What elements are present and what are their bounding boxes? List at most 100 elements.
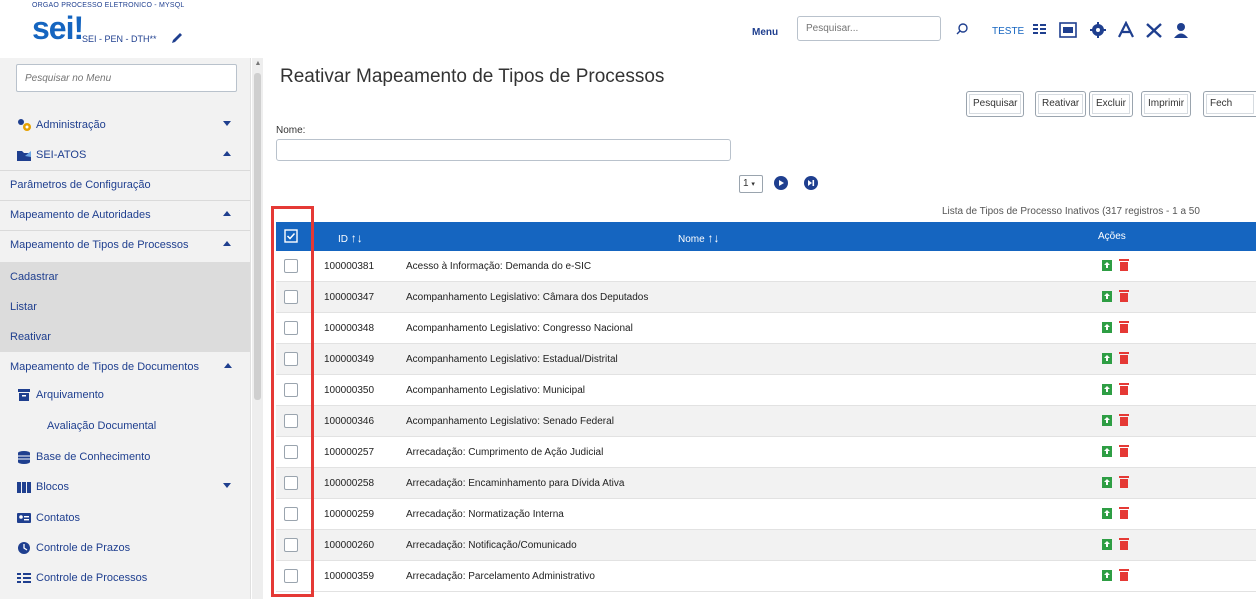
gears-icon [18,119,31,131]
column-header-id[interactable]: ID ↑↓ [338,231,363,245]
trash-icon[interactable] [1119,383,1129,395]
trash-icon[interactable] [1119,352,1129,364]
table-header: ID ↑↓ Nome ↑↓ Ações [276,222,1256,251]
trash-icon[interactable] [1119,259,1129,271]
reactivate-icon[interactable] [1102,414,1112,426]
sidebar-item-avaliacao-documental[interactable]: Avaliação Documental [0,411,250,441]
sidebar-item-sei-atos[interactable]: SEI-ATOS [0,140,250,170]
trash-icon[interactable] [1119,445,1129,457]
chevron-up-icon [224,363,232,368]
reactivate-icon[interactable] [1102,569,1112,581]
table-row: 100000260 Arrecadação: Notificação/Comuni… [276,530,1256,561]
menu-search-input[interactable] [16,64,237,92]
user-name[interactable]: TESTE [992,26,1024,37]
sidebar-item-base-conhecimento[interactable]: Base de Conhecimento [0,442,250,472]
sidebar-scrollbar-thumb[interactable] [254,73,261,400]
table-row: 100000349 Acompanhamento Legislativo: Est… [276,344,1256,375]
pesquisar-button[interactable]: Pesquisar [966,91,1025,117]
reactivate-icon[interactable] [1102,445,1112,457]
sidebar-item-contatos[interactable]: Contatos [0,503,250,533]
system-subtitle: SEI - PEN - DTH** [82,34,157,44]
sidebar-item-administracao[interactable]: Administração [0,110,250,140]
chevron-up-icon [223,241,231,246]
sidebar-item-cadastrar[interactable]: Cadastrar [0,262,250,292]
sidebar-item-mapeamento-tipos-processos[interactable]: Mapeamento de Tipos de Processos [0,230,250,260]
trash-icon[interactable] [1119,476,1129,488]
search-icon[interactable] [955,22,969,36]
row-id: 100000259 [324,509,375,520]
nome-field[interactable] [276,139,731,161]
reactivate-icon[interactable] [1102,538,1112,550]
sidebar-item-mapeamento-autoridades[interactable]: Mapeamento de Autoridades [0,200,250,230]
menu-link[interactable]: Menu [752,27,778,38]
contact-card-icon [17,513,31,523]
row-id: 100000350 [324,385,375,396]
excluir-button[interactable]: Excluir [1089,91,1134,117]
reactivate-icon[interactable] [1102,476,1112,488]
sidebar-item-mapeamento-tipos-documentos[interactable]: Mapeamento de Tipos de Documentos [0,352,250,382]
scroll-up-arrow-icon[interactable]: ▲ [253,60,263,70]
list-caption: Lista de Tipos de Processo Inativos (317… [942,206,1200,217]
sei-logo[interactable]: sei! [32,12,84,44]
row-id: 100000348 [324,323,375,334]
row-nome: Acompanhamento Legislativo: Estadual/Dis… [406,354,618,365]
archive-icon [18,389,30,401]
sidebar-item-parametros[interactable]: Parâmetros de Configuração [0,170,250,200]
trash-icon[interactable] [1119,290,1129,302]
imprimir-button[interactable]: Imprimir [1141,91,1192,117]
row-nome: Arrecadação: Cumprimento de Ação Judicia… [406,447,604,458]
sidebar-item-controle-prazos[interactable]: Controle de Prazos [0,533,250,563]
nome-label: Nome: [276,125,306,136]
gear-icon[interactable] [1088,21,1108,39]
trash-icon[interactable] [1119,569,1129,581]
user-icon[interactable] [1172,21,1190,39]
checkbox-column-highlight [271,206,314,597]
page-title: Reativar Mapeamento de Tipos de Processo… [280,66,665,87]
row-nome: Acompanhamento Legislativo: Câmara dos D… [406,292,649,303]
grid-icon[interactable] [1030,21,1050,39]
table-row: 100000346 Acompanhamento Legislativo: Sen… [276,406,1256,437]
column-header-acoes: Ações [1098,231,1126,242]
table-row: 100000259 Arrecadação: Normatização Inter… [276,499,1256,530]
reactivate-icon[interactable] [1102,290,1112,302]
reativar-button[interactable]: Reativar [1035,91,1087,117]
row-nome: Acompanhamento Legislativo: Congresso Na… [406,323,633,334]
next-page-icon[interactable] [774,176,788,190]
trash-icon[interactable] [1119,507,1129,519]
row-id: 100000257 [324,447,375,458]
sidebar-item-listar[interactable]: Listar [0,292,250,322]
chevron-up-icon [223,211,231,216]
column-header-nome[interactable]: Nome ↑↓ [678,231,719,245]
row-id: 100000359 [324,571,375,582]
table-row: 100000348 Acompanhamento Legislativo: Con… [276,313,1256,344]
reactivate-icon[interactable] [1102,507,1112,519]
reactivate-icon[interactable] [1102,352,1112,364]
row-nome: Acompanhamento Legislativo: Senado Feder… [406,416,614,427]
trash-icon[interactable] [1119,414,1129,426]
chevron-down-icon [223,483,231,488]
sidebar-item-arquivamento[interactable]: Arquivamento [0,380,250,410]
last-page-icon[interactable] [804,176,818,190]
row-id: 100000381 [324,261,375,272]
reactivate-icon[interactable] [1102,259,1112,271]
search-input[interactable] [797,16,941,41]
pencil-icon[interactable] [170,31,184,45]
reactivate-icon[interactable] [1102,383,1112,395]
font-size-icon[interactable] [1116,21,1136,39]
row-id: 100000347 [324,292,375,303]
chevron-up-icon [223,151,231,156]
row-nome: Arrecadação: Parcelamento Administrativo [406,571,595,582]
org-name: ORGAO PROCESSO ELETRONICO - MYSQL [32,2,185,9]
chevron-down-icon [223,121,231,126]
sidebar-item-blocos[interactable]: Blocos [0,472,250,502]
tools-icon[interactable] [1144,21,1164,39]
trash-icon[interactable] [1119,538,1129,550]
fechar-button[interactable]: Fech [1203,91,1256,117]
folder-icon [17,151,31,161]
sidebar-item-reativar[interactable]: Reativar [0,322,250,352]
page-select[interactable]: 1 ▾ [739,175,763,193]
reactivate-icon[interactable] [1102,321,1112,333]
sidebar-item-controle-processos[interactable]: Controle de Processos [0,563,250,593]
trash-icon[interactable] [1119,321,1129,333]
calendar-icon[interactable] [1058,21,1078,39]
